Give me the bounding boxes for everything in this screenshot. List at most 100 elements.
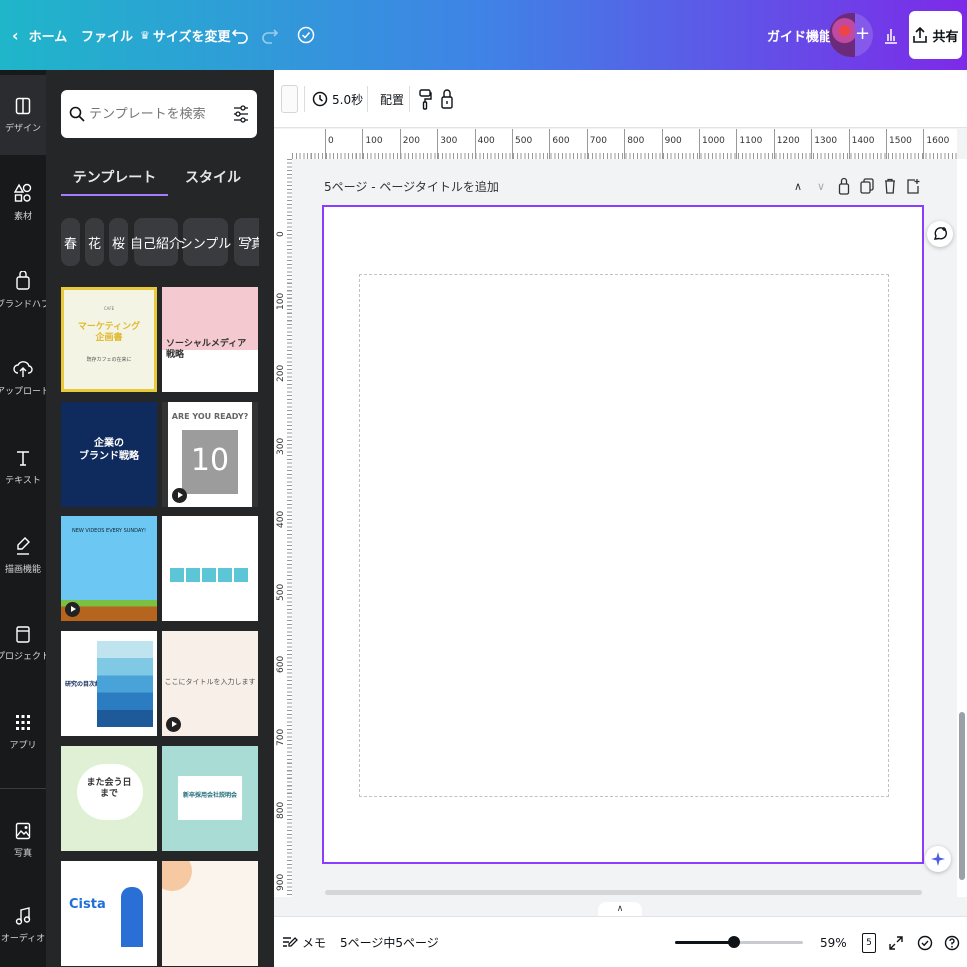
add-page-icon [907,179,920,194]
chip-sakura[interactable]: 桜 [109,218,128,266]
rail-item-text[interactable]: テキスト [0,427,46,507]
save-status-button[interactable] [296,0,316,70]
comment-button[interactable] [927,221,953,247]
page-lock-button[interactable] [834,176,854,196]
chip-simple[interactable]: シンプル [180,218,231,266]
ruler-tick [773,129,775,159]
filter-icon[interactable] [233,104,249,124]
rail-item-elements[interactable]: 素材 [0,162,46,242]
template-subtitle: 既存カフェの在来に [86,357,132,363]
draw-icon [17,536,30,555]
template-card[interactable]: 新卒採用会社説明会 [162,746,258,851]
left-rail: デザイン 素材 ブランドハブ アップロード テキスト 描画機能 プロジェクト ア… [0,70,50,967]
redo-button[interactable] [261,0,279,70]
avatar[interactable]: + [829,13,873,57]
file-menu-button[interactable]: ファイル [81,0,133,70]
tab-styles[interactable]: スタイル [173,158,253,196]
text-icon [17,450,29,466]
template-card[interactable] [162,861,258,966]
help-button[interactable] [944,917,960,967]
template-card[interactable]: 研究の目次紹 [61,631,157,736]
templates-panel: テンプレート スタイル 春 花 桜 自己紹介 シンプル 写真 › CAFE マー… [46,70,274,967]
chevron-down-icon: ∨ [816,179,826,193]
page-up-button[interactable]: ∧ [788,176,808,196]
zoom-slider-knob[interactable] [727,936,740,948]
page-title[interactable]: 5ページ - ページタイトルを追加 [324,178,499,195]
design-page[interactable] [322,205,924,864]
chip-spring[interactable]: 春 [61,218,80,266]
undo-button[interactable] [231,0,249,70]
fullscreen-button[interactable] [889,917,903,967]
ruler-label: 900 [276,874,286,892]
zoom-slider[interactable] [675,936,803,948]
template-card[interactable]: ARE YOU READY? 10 [162,402,258,507]
brand-icon [16,270,30,290]
notes-button[interactable]: メモ [282,917,326,967]
design-icon [15,97,31,114]
chevron-up-icon: ∧ [793,179,803,193]
tab-templates[interactable]: テンプレート [61,158,168,196]
template-card[interactable]: NEW VIDEOS EVERY SUNDAY! [61,516,157,621]
pages-view-button[interactable]: 5 [862,917,876,967]
template-title: 研究の目次紹 [65,681,102,688]
ruler-label: 300 [276,437,286,456]
rail-item-upload[interactable]: アップロード [0,338,50,418]
template-card[interactable]: CAFE マーケティング 企画書 既存カフェの在来に [61,287,157,392]
template-card[interactable] [162,516,258,621]
ruler-tick [624,129,626,159]
ruler-tick [549,129,551,159]
timing-button[interactable]: 5.0秒 [312,70,363,128]
home-button[interactable]: ‹ ホーム [12,0,67,70]
rail-item-design[interactable]: デザイン [0,75,46,155]
resize-button[interactable]: ♛ サイズを変更 [140,0,231,70]
share-button[interactable]: 共有 [909,11,962,59]
rail-item-apps[interactable]: アプリ [0,692,46,772]
rail-item-photos[interactable]: 写真 [0,800,46,880]
avatar-image [829,13,855,57]
illustration-person [121,887,143,947]
decor-blob [162,861,192,891]
template-kicker: CAFE [103,306,115,311]
rail-label: ブランドハブ [0,299,51,310]
top-bar: ‹ ホーム ファイル ♛ サイズを変更 ガイド機能 + 共有 [0,0,967,70]
rail-item-projects[interactable]: プロジェクト [0,603,50,683]
chip-self-intro[interactable]: 自己紹介 [130,218,182,266]
background-color-swatch[interactable] [281,70,298,128]
rail-item-draw[interactable]: 描画機能 [0,515,46,595]
paint-format-button[interactable] [418,70,432,128]
help-icon [944,935,960,950]
template-title: 10 [190,443,230,478]
horizontal-scrollbar[interactable] [325,890,922,895]
duplicate-page-button[interactable] [857,176,877,196]
rail-item-brand[interactable]: ブランドハブ [0,250,50,330]
template-card[interactable]: ソーシャルメディア 戦略 [162,287,258,392]
ruler-corner [274,129,292,159]
chevron-right-icon[interactable]: › [247,232,253,248]
check-button[interactable] [917,917,933,967]
rail-item-audio[interactable]: オーディオ [0,885,46,965]
chip-flower[interactable]: 花 [85,218,104,266]
arrange-button[interactable]: 配置 [380,70,404,128]
scrollbar-thumb[interactable] [959,712,965,880]
play-icon [65,602,80,617]
delete-page-button[interactable] [880,176,900,196]
template-card[interactable]: また会う日 まで [61,746,157,851]
template-card[interactable]: Cista [61,861,157,966]
magic-assistant-button[interactable] [925,846,951,872]
ruler-label: 1300 [814,136,838,146]
template-title: また会う日 まで [86,778,132,800]
zoom-label: 59% [820,935,847,950]
insights-button[interactable] [883,0,899,70]
zoom-level-button[interactable]: 59% [820,917,847,967]
sparkle-icon [931,852,945,866]
show-pages-button[interactable]: ∧ [598,902,642,916]
template-card[interactable]: 企業の ブランド戦略 [61,402,157,507]
guide-button[interactable]: ガイド機能 [767,0,832,70]
vertical-scrollbar[interactable] [957,159,967,897]
lock-button[interactable] [440,70,454,128]
ruler-label: 600 [552,136,570,146]
page-down-button[interactable]: ∨ [811,176,831,196]
add-page-button[interactable] [903,176,923,196]
search-input[interactable] [89,106,229,122]
template-card[interactable]: ここにタイトルを入力します [162,631,258,736]
